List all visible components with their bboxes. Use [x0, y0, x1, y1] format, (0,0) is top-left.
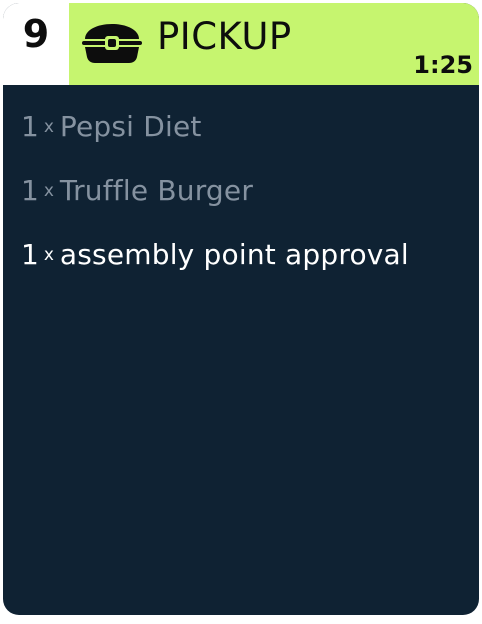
list-item[interactable]: 1 x assembly point approval — [21, 241, 471, 305]
item-name: assembly point approval — [59, 238, 409, 271]
item-quantity: 1 — [21, 174, 39, 207]
item-quantity: 1 — [21, 238, 39, 271]
list-item[interactable]: 1 x Pepsi Diet — [21, 113, 471, 177]
item-list: 1 x Pepsi Diet 1 x Truffle Burger 1 x assembly… — [21, 113, 471, 305]
quantity-separator: x — [43, 181, 54, 201]
quantity-separator: x — [43, 245, 54, 265]
takeout-box-icon — [81, 21, 143, 65]
item-name: Pepsi Diet — [59, 110, 202, 143]
order-type-banner: PICKUP 1:25 — [69, 3, 479, 85]
order-type-label: PICKUP — [157, 15, 292, 58]
order-number: 9 — [22, 12, 50, 56]
order-number-box: 9 — [3, 3, 69, 85]
ticket-header: 9 PICKUP 1:25 — [3, 3, 479, 85]
quantity-separator: x — [43, 117, 54, 137]
item-quantity: 1 — [21, 110, 39, 143]
order-timer: 1:25 — [413, 51, 473, 79]
item-name: Truffle Burger — [59, 174, 254, 207]
list-item[interactable]: 1 x Truffle Burger — [21, 177, 471, 241]
order-ticket[interactable]: 9 PICKUP 1:25 1 x Pepsi Diet 1 x Truffle Bur… — [3, 3, 479, 615]
